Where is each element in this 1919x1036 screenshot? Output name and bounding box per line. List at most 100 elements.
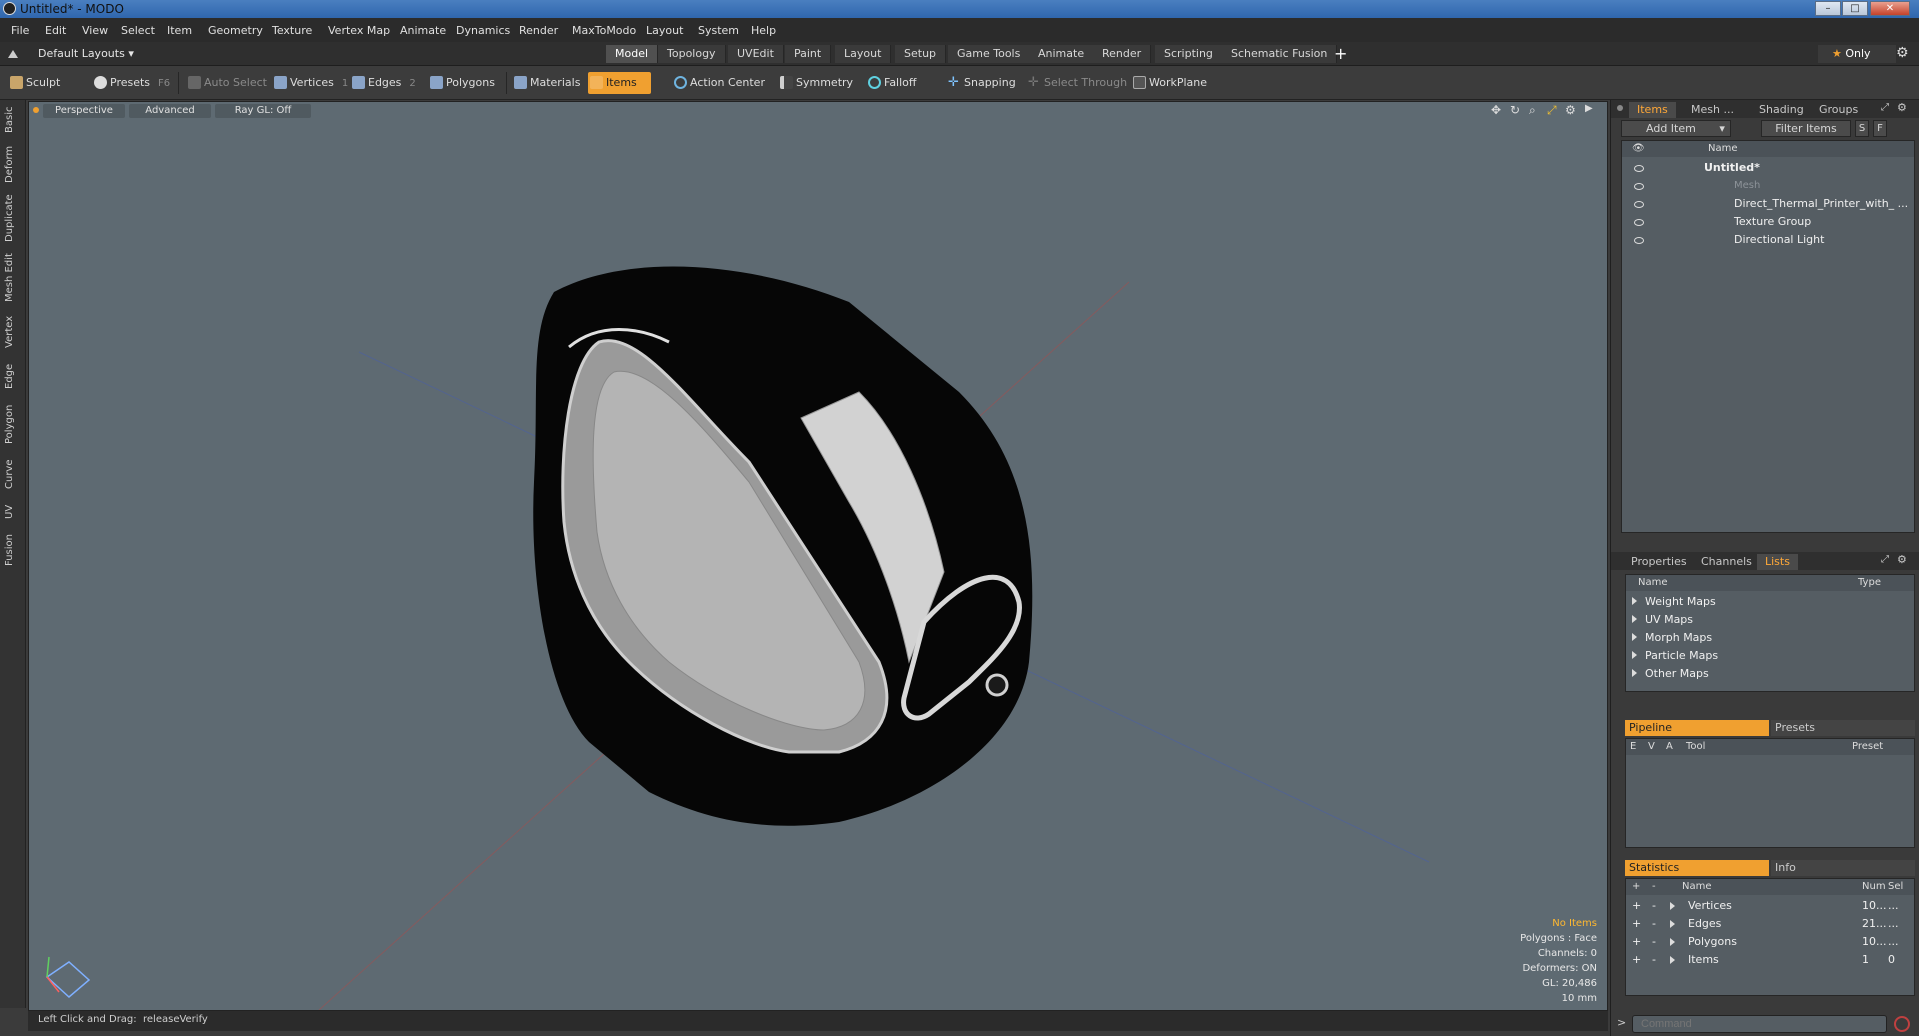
tab-channels[interactable]: Channels [1693,554,1760,570]
materials-button[interactable]: Materials [512,72,580,94]
menu-select[interactable]: Select [121,24,155,37]
tab-model[interactable]: Model [606,45,659,63]
eye-icon[interactable] [1634,165,1644,172]
table-row[interactable]: + - Edges 21...... [1626,915,1914,933]
tab-scripting[interactable]: Scripting [1155,45,1223,63]
panel-settings-icon[interactable]: ⚙ [1897,101,1907,114]
layout-up-icon[interactable] [8,48,18,58]
s-toggle[interactable]: S [1855,120,1869,137]
menu-dynamics[interactable]: Dynamics [456,24,510,37]
minimize-button[interactable]: – [1815,1,1841,16]
vertices-button[interactable]: Vertices 1 [272,72,348,94]
list-item[interactable]: Particle Maps [1632,647,1718,665]
remove-icon[interactable]: - [1652,915,1656,933]
add-icon[interactable]: + [1632,915,1641,933]
3d-viewport[interactable]: Perspective Advanced Ray GL: Off ✥ ↻ ⌕ ⤢… [28,101,1608,1011]
menu-help[interactable]: Help [751,24,776,37]
maximize-button[interactable]: □ [1842,1,1868,16]
f-toggle[interactable]: F [1873,120,1887,137]
tab-mesh-edit[interactable]: Mesh Edit [4,252,22,304]
expand-arrow-icon[interactable] [1632,669,1637,677]
list-item[interactable]: Weight Maps [1632,593,1716,611]
eye-icon[interactable] [1634,219,1644,226]
filter-items-button[interactable]: Filter Items [1761,120,1851,137]
sculpt-button[interactable]: Sculpt [8,72,60,94]
tab-layout[interactable]: Layout [835,45,892,63]
edges-button[interactable]: Edges 2 [350,72,416,94]
tree-item-directional-light[interactable]: Directional Light [1622,231,1914,249]
tab-mesh[interactable]: Mesh ... [1683,102,1742,118]
tab-topology[interactable]: Topology [658,45,726,63]
tab-vertex[interactable]: Vertex [4,312,22,352]
menu-view[interactable]: View [82,24,108,37]
select-through-button[interactable]: ✛ Select Through [1026,72,1127,94]
eye-icon[interactable] [1634,183,1644,190]
tab-edge[interactable]: Edge [4,360,22,392]
panel-settings-icon[interactable]: ⚙ [1897,553,1907,566]
expand-arrow-icon[interactable] [1670,902,1675,910]
tab-properties[interactable]: Properties [1623,554,1695,570]
remove-icon[interactable]: - [1652,897,1656,915]
command-input[interactable] [1632,1015,1887,1033]
panel-expand-icon[interactable]: ⤢ [1881,102,1889,113]
tab-curve[interactable]: Curve [4,456,22,492]
list-item[interactable]: Morph Maps [1632,629,1712,647]
expand-arrow-icon[interactable] [1670,920,1675,928]
snapping-button[interactable]: ✛ Snapping [946,72,1016,94]
add-item-button[interactable]: Add Item ▾ [1621,120,1731,137]
tree-item-texture-group[interactable]: Texture Group [1622,213,1914,231]
expand-arrow-icon[interactable] [1632,651,1637,659]
table-row[interactable]: + - Polygons 10...... [1626,933,1914,951]
menu-texture[interactable]: Texture [272,24,312,37]
tab-deform[interactable]: Deform [4,144,22,184]
tab-lists[interactable]: Lists [1757,554,1798,570]
add-icon[interactable]: + [1632,933,1641,951]
tab-duplicate[interactable]: Duplicate [4,192,22,244]
remove-icon[interactable]: - [1652,951,1656,969]
tab-statistics[interactable]: Statistics [1625,860,1769,876]
close-button[interactable]: ✕ [1870,1,1910,16]
add-icon[interactable]: + [1632,897,1641,915]
expand-arrow-icon[interactable] [1670,956,1675,964]
tab-setup[interactable]: Setup [895,45,947,63]
tab-info[interactable]: Info [1771,860,1915,876]
polygons-button[interactable]: Polygons [428,72,495,94]
menu-maxtomodo[interactable]: MaxToModo [572,24,636,37]
tab-pipeline[interactable]: Pipeline [1625,720,1769,736]
table-row[interactable]: + - Items 1 0 [1626,951,1914,969]
add-icon[interactable]: + [1632,951,1641,969]
layout-preset-dropdown[interactable]: Default Layouts ▾ [38,47,134,60]
tree-item-untitled[interactable]: Untitled* [1622,159,1914,177]
tab-shading[interactable]: Shading [1751,102,1812,118]
presets-button[interactable]: Presets F6 [92,72,170,94]
expand-arrow-icon[interactable] [1632,633,1637,641]
tab-animate[interactable]: Animate [1029,45,1095,63]
menu-vertex-map[interactable]: Vertex Map [328,24,390,37]
falloff-button[interactable]: Falloff [866,72,916,94]
tree-item-mesh[interactable]: Mesh [1622,177,1914,195]
expand-arrow-icon[interactable] [1632,615,1637,623]
auto-select-button[interactable]: Auto Select [186,72,267,94]
tab-items[interactable]: Items [1629,102,1676,118]
expand-arrow-icon[interactable] [1632,597,1637,605]
workplane-button[interactable]: WorkPlane [1131,72,1207,94]
menu-layout[interactable]: Layout [646,24,683,37]
tab-paint[interactable]: Paint [785,45,832,63]
action-center-button[interactable]: Action Center [672,72,765,94]
list-item[interactable]: Other Maps [1632,665,1709,683]
list-item[interactable]: UV Maps [1632,611,1693,629]
tab-presets[interactable]: Presets [1771,720,1915,736]
remove-icon[interactable]: - [1652,933,1656,951]
tab-uvedit[interactable]: UVEdit [728,45,784,63]
symmetry-button[interactable]: Symmetry [778,72,853,94]
tab-basic[interactable]: Basic [4,104,22,136]
only-toggle[interactable]: ★ Only [1818,45,1896,63]
menu-edit[interactable]: Edit [45,24,66,37]
tab-uv[interactable]: UV [4,500,22,524]
items-button[interactable]: Items [588,72,651,94]
gear-icon[interactable]: ⚙ [1896,45,1909,61]
menu-geometry[interactable]: Geometry [208,24,263,37]
tab-groups[interactable]: Groups [1811,102,1866,118]
eye-icon[interactable] [1634,201,1644,208]
menu-item[interactable]: Item [167,24,192,37]
